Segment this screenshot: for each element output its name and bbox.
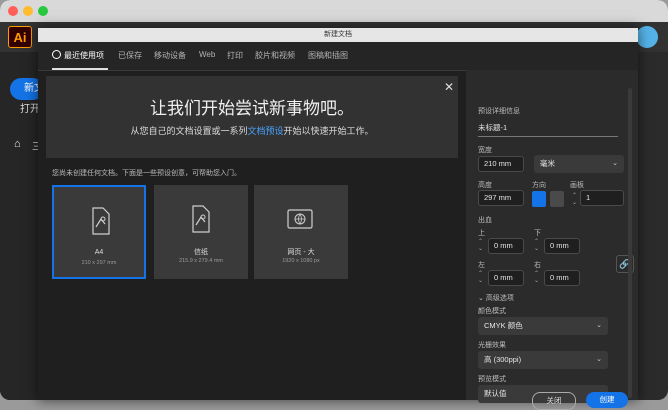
portrait-orientation-icon[interactable]	[532, 191, 546, 207]
bleed-left-stepper-icon[interactable]: ⌃ ⌄	[478, 270, 483, 284]
clock-icon	[52, 50, 61, 59]
section-title: 预设详细信息	[478, 108, 520, 115]
raster-effects-value: 高 (300ppi)	[484, 355, 522, 364]
bleed-top-field[interactable]: 0 mm	[488, 238, 524, 254]
minimize-window-button[interactable]	[23, 6, 33, 16]
unit-value: 毫米	[540, 159, 555, 168]
chevron-down-icon: ⌄	[612, 160, 618, 167]
preset-card-letter[interactable]: 信纸 215.9 x 279.4 mm	[154, 185, 248, 279]
raster-effects-label: 光栅效果	[478, 342, 506, 349]
document-name-field[interactable]: 未标题-1	[478, 120, 618, 137]
close-window-button[interactable]	[8, 6, 18, 16]
bleed-right-stepper-icon[interactable]: ⌃ ⌄	[534, 270, 539, 284]
bleed-bottom-stepper-icon[interactable]: ⌃ ⌄	[534, 238, 539, 252]
bleed-bottom-field[interactable]: 0 mm	[544, 238, 580, 254]
bleed-right-field[interactable]: 0 mm	[544, 270, 580, 286]
banner-title: 让我们开始尝试新事物吧。	[150, 99, 354, 118]
preset-card-a4[interactable]: A4 210 x 297 mm	[52, 185, 146, 279]
advanced-options-label: 高级选项	[485, 295, 514, 302]
tab-print[interactable]: 打印	[227, 50, 243, 61]
user-avatar[interactable]	[636, 26, 658, 48]
orientation-label: 方向	[532, 182, 546, 189]
artboards-field[interactable]: 1	[580, 190, 624, 206]
preset-size: 1920 x 1080 px	[282, 258, 320, 264]
zoom-window-button[interactable]	[38, 6, 48, 16]
preset-name: A4	[94, 249, 104, 256]
preset-card-web-large[interactable]: 网页 - 大 1920 x 1080 px	[254, 185, 348, 279]
close-button[interactable]: 关闭	[532, 392, 576, 410]
app-logo: Ai	[8, 26, 32, 48]
tab-art-illustration[interactable]: 图稿和插图	[308, 50, 348, 61]
new-document-dialog: 新建文档 最近使用项 已保存 移动设备 Web 打印 胶片和视频 图稿和插图 让…	[38, 28, 638, 410]
raster-effects-dropdown[interactable]: 高 (300ppi) ⌄	[478, 351, 608, 369]
tab-recent-label: 最近使用项	[64, 51, 104, 60]
document-preset-icon	[92, 207, 110, 235]
artboards-label: 画板	[570, 182, 584, 189]
preview-mode-label: 预览模式	[478, 376, 506, 383]
preset-tabs: 最近使用项 已保存 移动设备 Web 打印 胶片和视频 图稿和插图	[38, 42, 638, 71]
chevron-down-icon: ⌄	[478, 295, 484, 302]
color-mode-label: 颜色模式	[478, 308, 506, 315]
bleed-top-stepper-icon[interactable]: ⌃ ⌄	[478, 238, 483, 252]
width-label: 宽度	[478, 147, 492, 154]
color-mode-value: CMYK 颜色	[484, 321, 523, 330]
color-mode-dropdown[interactable]: CMYK 颜色 ⌄	[478, 317, 608, 335]
bleed-right-label: 右	[534, 262, 541, 269]
preset-size: 210 x 297 mm	[81, 260, 117, 266]
bleed-left-field[interactable]: 0 mm	[488, 270, 524, 286]
unit-dropdown[interactable]: 毫米 ⌄	[534, 155, 624, 173]
banner-subtitle: 从您自己的文档设置或一系列文档预设开始以快速开始工作。	[46, 124, 458, 137]
bleed-bottom-label: 下	[534, 230, 541, 237]
bleed-left-label: 左	[478, 262, 485, 269]
tab-mobile[interactable]: 移动设备	[154, 50, 186, 61]
document-presets-link[interactable]: 文档预设	[247, 126, 283, 136]
preset-name: 网页 - 大	[287, 249, 315, 256]
tab-saved[interactable]: 已保存	[118, 50, 142, 61]
document-preset-icon	[192, 205, 210, 233]
preset-details-panel: 预设详细信息 未标题-1 宽度 210 mm 毫米 ⌄ 高度 方向 画板 297 …	[466, 70, 638, 403]
details-scrollbar[interactable]	[628, 88, 632, 398]
bleed-label: 出血	[478, 217, 492, 224]
home-icon[interactable]: ⌂	[14, 138, 21, 150]
banner-subtitle-start: 从您自己的文档设置或一系列	[130, 126, 248, 136]
bleed-top-label: 上	[478, 230, 485, 237]
preview-mode-value: 默认值	[484, 389, 507, 398]
preset-size: 215.9 x 279.4 mm	[178, 258, 224, 264]
banner-subtitle-end: 开始以快速开始工作。	[283, 126, 374, 136]
dialog-title: 新建文档	[38, 28, 638, 43]
advanced-options-toggle[interactable]: ⌄ 高级选项	[478, 293, 514, 303]
tab-recent[interactable]: 最近使用项	[52, 50, 104, 61]
web-preset-icon	[287, 209, 313, 229]
tab-web[interactable]: Web	[199, 50, 215, 59]
preset-name: 信纸	[194, 249, 208, 256]
open-button[interactable]: 打开	[20, 100, 40, 115]
height-field[interactable]: 297 mm	[478, 190, 524, 206]
chevron-down-icon: ⌄	[596, 322, 602, 329]
create-button[interactable]: 创建	[586, 392, 628, 408]
window-titlebar	[0, 0, 668, 23]
close-banner-icon[interactable]: ✕	[444, 80, 454, 94]
landscape-orientation-icon[interactable]	[550, 191, 564, 207]
active-tab-indicator	[52, 68, 108, 70]
welcome-banner: 让我们开始尝试新事物吧。 从您自己的文档设置或一系列文档预设开始以快速开始工作。…	[46, 76, 458, 158]
tab-film-video[interactable]: 胶片和视频	[255, 50, 295, 61]
height-label: 高度	[478, 182, 492, 189]
width-field[interactable]: 210 mm	[478, 156, 524, 172]
artboards-stepper-icon[interactable]: ⌃ ⌄	[572, 192, 577, 206]
chevron-down-icon: ⌄	[596, 356, 602, 363]
presets-hint: 您尚未创建任何文档。下面是一些预设创意，可帮助您入门。	[52, 170, 241, 177]
